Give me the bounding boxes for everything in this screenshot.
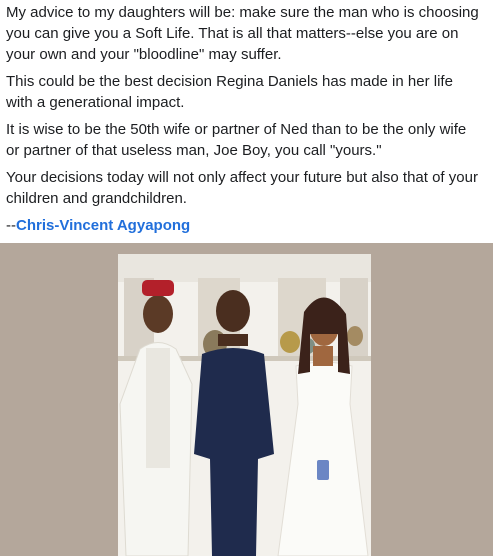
post-container: My advice to my daughters will be: make … — [0, 0, 493, 556]
author-signature: --Chris-Vincent Agyapong — [6, 215, 483, 236]
photo-illustration — [118, 254, 371, 556]
post-paragraph-2: This could be the best decision Regina D… — [6, 73, 453, 111]
post-paragraph-1: My advice to my daughters will be: make … — [6, 4, 479, 63]
author-prefix: -- — [6, 217, 16, 234]
post-text: My advice to my daughters will be: make … — [0, 0, 493, 236]
post-paragraph-3: It is wise to be the 50th wife or partne… — [6, 121, 467, 159]
post-paragraph-4: Your decisions today will not only affec… — [6, 169, 478, 207]
post-photo[interactable] — [118, 254, 371, 556]
post-photo-container[interactable] — [0, 243, 493, 556]
author-link[interactable]: Chris-Vincent Agyapong — [16, 217, 190, 234]
